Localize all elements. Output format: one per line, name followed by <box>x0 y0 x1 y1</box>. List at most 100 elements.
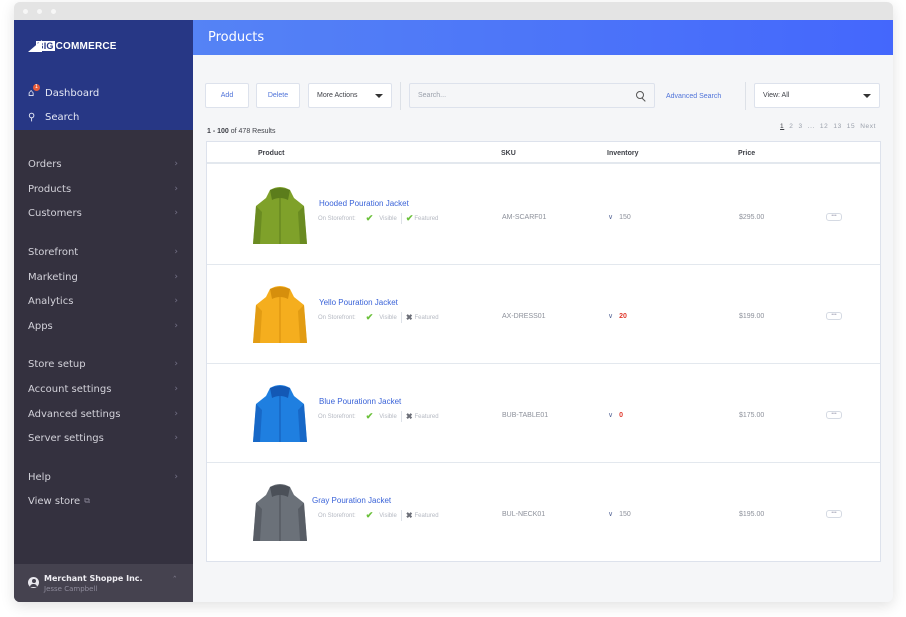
sidebar-item-orders[interactable]: Orders › <box>28 157 178 171</box>
x-icon[interactable]: ✖ <box>406 412 413 421</box>
sidebar-item-view-store[interactable]: View store ⧉ <box>28 494 178 508</box>
sidebar-item-storefront[interactable]: Storefront › <box>28 245 178 259</box>
sidebar-item-label: Account settings <box>28 383 112 395</box>
column-price[interactable]: Price <box>738 150 755 157</box>
sidebar-item-help[interactable]: Help › <box>28 470 178 484</box>
column-product[interactable]: Product <box>258 150 284 157</box>
more-actions-dropdown[interactable]: More Actions <box>308 83 392 108</box>
chevron-right-icon: › <box>174 321 178 331</box>
page-link[interactable]: 1 <box>780 123 784 130</box>
product-name-link[interactable]: Hooded Pouration Jacket <box>319 199 409 208</box>
add-button[interactable]: Add <box>205 83 249 108</box>
inventory-cell[interactable]: ∨ 150 <box>608 510 631 519</box>
sidebar-item-products[interactable]: Products › <box>28 182 178 196</box>
sidebar-item-label: View store <box>28 495 81 507</box>
table-row[interactable]: Blue Pourationn Jacket On Storefront: ✔ … <box>207 364 880 463</box>
storefront-label: On Storefront: <box>318 512 356 519</box>
inventory-cell[interactable]: ∨ 150 <box>608 213 631 222</box>
sidebar-item-account-settings[interactable]: Account settings › <box>28 382 178 396</box>
more-options-icon[interactable]: ••• <box>826 312 842 320</box>
product-image[interactable] <box>252 285 308 345</box>
storefront-status: On Storefront: ✔ Visible ✖ Featured <box>318 411 439 422</box>
next-page-link[interactable]: Next <box>860 123 876 130</box>
sidebar-item-store-setup[interactable]: Store setup › <box>28 357 178 371</box>
inventory-cell[interactable]: ∨ 20 <box>608 312 627 321</box>
chevron-down-icon[interactable]: ∨ <box>608 312 613 320</box>
page-link[interactable]: 13 <box>833 123 841 130</box>
check-icon[interactable]: ✔ <box>366 213 374 224</box>
sidebar-item-apps[interactable]: Apps › <box>28 319 178 333</box>
search-icon[interactable] <box>636 90 646 101</box>
sidebar-item-label: Server settings <box>28 432 104 444</box>
sidebar-item-customers[interactable]: Customers › <box>28 206 178 220</box>
pagination: 1 2 3... 12 13 15 Next <box>780 123 876 130</box>
window-maximize-dot[interactable] <box>51 9 56 14</box>
sidebar-item-label: Storefront <box>28 246 79 258</box>
storefront-label: On Storefront: <box>318 413 356 420</box>
product-image[interactable] <box>252 483 308 543</box>
more-options-icon[interactable]: ••• <box>826 411 842 419</box>
chevron-right-icon: › <box>174 208 178 218</box>
chevron-down-icon[interactable]: ∨ <box>608 213 613 221</box>
product-name-link[interactable]: Gray Pouration Jacket <box>312 496 391 505</box>
sidebar-item-server-settings[interactable]: Server settings › <box>28 431 178 445</box>
account-switcher[interactable]: Merchant Shoppe Inc. Jesse Campbell ˆ <box>14 564 193 602</box>
table-row[interactable]: Hooded Pouration Jacket On Storefront: ✔… <box>207 166 880 265</box>
sidebar-item-marketing[interactable]: Marketing › <box>28 270 178 284</box>
column-inventory[interactable]: Inventory <box>607 150 639 157</box>
product-image[interactable] <box>252 384 308 444</box>
sidebar-item-analytics[interactable]: Analytics › <box>28 294 178 308</box>
check-icon[interactable]: ✔ <box>366 510 374 521</box>
chevron-down-icon[interactable]: ∨ <box>608 510 613 518</box>
sidebar-item-search[interactable]: ⚲ Search <box>28 112 79 123</box>
notification-badge: 1 <box>33 84 40 91</box>
product-price: $175.00 <box>739 412 765 419</box>
divider <box>400 510 402 521</box>
product-image[interactable] <box>252 186 308 246</box>
x-icon[interactable]: ✖ <box>406 511 413 520</box>
logo-text: COMMERCE <box>55 40 117 52</box>
bigcommerce-logo[interactable]: BIG COMMERCE <box>28 38 117 54</box>
inventory-cell[interactable]: ∨ 0 <box>608 411 623 420</box>
sidebar-item-label: Store setup <box>28 358 86 370</box>
advanced-search-link[interactable]: Advanced Search <box>666 93 721 100</box>
chevron-right-icon: › <box>174 296 178 306</box>
page-link[interactable]: 2 <box>789 123 793 130</box>
product-sku: BUL-NECK01 <box>502 511 546 518</box>
featured-label: Featured <box>414 413 439 420</box>
delete-button[interactable]: Delete <box>256 83 300 108</box>
product-name-link[interactable]: Blue Pourationn Jacket <box>319 397 401 406</box>
pagination-ellipsis: ... <box>807 123 815 130</box>
x-icon[interactable]: ✖ <box>406 313 413 322</box>
more-options-icon[interactable]: ••• <box>826 510 842 518</box>
store-name: Merchant Shoppe Inc. <box>44 574 143 583</box>
view-filter-dropdown[interactable]: View: All <box>754 83 880 108</box>
page-header: Products <box>193 20 893 55</box>
page-link[interactable]: 3 <box>798 123 802 130</box>
chevron-right-icon: › <box>174 472 178 482</box>
search-input[interactable]: Search... <box>409 83 655 108</box>
check-icon[interactable]: ✔ <box>366 411 374 422</box>
product-price: $195.00 <box>739 511 765 518</box>
check-icon[interactable]: ✔ <box>366 312 374 323</box>
sidebar-item-advanced-settings[interactable]: Advanced settings › <box>28 407 178 421</box>
table-row[interactable]: Gray Pouration Jacket On Storefront: ✔ V… <box>207 463 880 562</box>
product-sku: AX-DRESS01 <box>502 313 546 320</box>
toolbar-divider <box>400 82 401 110</box>
caret-down-icon <box>863 93 871 98</box>
sidebar-item-dashboard[interactable]: ⌂ 1 Dashboard <box>28 84 99 99</box>
window-close-dot[interactable] <box>23 9 28 14</box>
page-link[interactable]: 12 <box>820 123 828 130</box>
chevron-right-icon: › <box>174 247 178 257</box>
table-row[interactable]: Yello Pouration Jacket On Storefront: ✔ … <box>207 265 880 364</box>
window-minimize-dot[interactable] <box>37 9 42 14</box>
check-icon[interactable]: ✔ <box>406 213 414 224</box>
products-table: Product SKU Inventory Price Hooded Poura… <box>206 141 881 562</box>
column-sku[interactable]: SKU <box>501 150 516 157</box>
visible-label: Visible <box>379 512 397 519</box>
chevron-down-icon[interactable]: ∨ <box>608 411 613 419</box>
page-link[interactable]: 15 <box>847 123 855 130</box>
divider <box>400 312 402 323</box>
product-name-link[interactable]: Yello Pouration Jacket <box>319 298 398 307</box>
more-options-icon[interactable]: ••• <box>826 213 842 221</box>
